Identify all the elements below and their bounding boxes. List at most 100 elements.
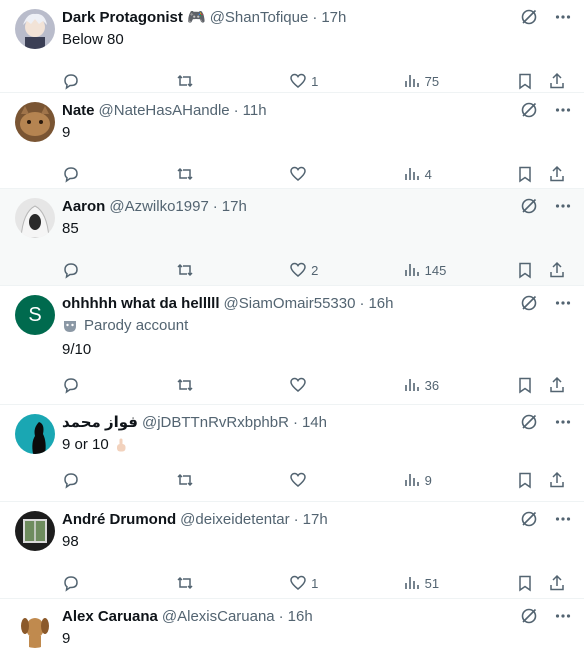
bookmark-button[interactable]	[516, 72, 548, 90]
like-button[interactable]	[289, 471, 403, 489]
reply-item[interactable]: Aaron @Azwilko1997 · 17h 85 2 145	[0, 189, 584, 286]
timestamp[interactable]: 17h	[321, 8, 346, 28]
reply-button[interactable]	[62, 574, 176, 592]
timestamp[interactable]: 14h	[302, 413, 327, 433]
grok-icon[interactable]	[520, 413, 538, 431]
bookmark-icon	[519, 262, 531, 279]
timestamp[interactable]: 16h	[288, 607, 313, 627]
retweet-button[interactable]	[176, 72, 290, 90]
views-button[interactable]: 9	[403, 471, 517, 489]
timestamp[interactable]: 16h	[368, 294, 393, 314]
reply-item[interactable]: Nate @NateHasAHandle · 11h 9 4	[0, 93, 584, 189]
avatar[interactable]	[15, 414, 55, 454]
author-handle[interactable]: @AlexisCaruana	[162, 607, 275, 627]
more-icon[interactable]	[554, 607, 572, 625]
grok-icon[interactable]	[520, 197, 538, 215]
bookmark-button[interactable]	[516, 376, 548, 394]
bookmark-icon	[519, 73, 531, 90]
views-button[interactable]: 4	[403, 165, 517, 183]
like-count: 1	[311, 73, 319, 89]
like-button[interactable]: 2	[289, 261, 403, 279]
avatar[interactable]	[15, 608, 55, 648]
views-button[interactable]: 145	[403, 261, 517, 279]
top-actions	[504, 413, 572, 431]
retweet-button[interactable]	[176, 261, 290, 279]
bookmark-button[interactable]	[516, 574, 548, 592]
author-handle[interactable]: @SiamOmair55330	[224, 294, 356, 314]
author-name[interactable]: André Drumond	[62, 510, 176, 530]
author-name[interactable]: Aaron	[62, 197, 105, 217]
retweet-button[interactable]	[176, 376, 290, 394]
avatar[interactable]	[15, 9, 55, 49]
reply-item[interactable]: André Drumond @deixeidetentar · 17h 98 1…	[0, 502, 584, 599]
author-name[interactable]: Dark Protagonist 🎮	[62, 8, 206, 28]
author-handle[interactable]: @jDBTTnRvRxbphbR	[142, 413, 289, 433]
share-button[interactable]	[548, 574, 568, 592]
retweet-button[interactable]	[176, 471, 290, 489]
bookmark-button[interactable]	[516, 165, 548, 183]
share-button[interactable]	[548, 72, 568, 90]
reply-button[interactable]	[62, 471, 176, 489]
more-icon[interactable]	[554, 510, 572, 528]
retweet-icon	[177, 473, 193, 487]
reply-button[interactable]	[62, 261, 176, 279]
reply-icon	[64, 263, 78, 279]
bookmark-icon	[519, 166, 531, 183]
author-handle[interactable]: @deixeidetentar	[180, 510, 289, 530]
bookmark-button[interactable]	[516, 261, 548, 279]
more-icon[interactable]	[554, 294, 572, 312]
reply-button[interactable]	[62, 72, 176, 90]
avatar[interactable]	[15, 511, 55, 551]
hand-emoji-icon	[113, 437, 129, 453]
author-name[interactable]: ohhhhh what da helllll	[62, 294, 220, 314]
like-button[interactable]	[289, 376, 403, 394]
views-button[interactable]: 36	[403, 376, 517, 394]
share-button[interactable]	[548, 165, 568, 183]
more-icon[interactable]	[554, 413, 572, 431]
more-icon[interactable]	[554, 8, 572, 26]
like-button[interactable]: 1	[289, 72, 403, 90]
like-button[interactable]	[289, 165, 403, 183]
like-button[interactable]: 1	[289, 574, 403, 592]
bookmark-icon	[519, 377, 531, 394]
share-button[interactable]	[548, 471, 568, 489]
more-icon[interactable]	[554, 101, 572, 119]
grok-icon[interactable]	[520, 294, 538, 312]
author-name[interactable]: Nate	[62, 101, 95, 121]
author-handle[interactable]: @NateHasAHandle	[99, 101, 230, 121]
author-handle[interactable]: @ShanTofique	[210, 8, 309, 28]
grok-icon[interactable]	[520, 510, 538, 528]
avatar[interactable]	[15, 198, 55, 238]
grok-icon[interactable]	[520, 8, 538, 26]
share-button[interactable]	[548, 261, 568, 279]
reply-item[interactable]: S ohhhhh what da helllll @SiamOmair55330…	[0, 286, 584, 405]
view-count: 36	[424, 377, 440, 393]
author-name[interactable]: فواز محمد	[62, 413, 138, 433]
reply-item[interactable]: Dark Protagonist 🎮 @ShanTofique · 17h Be…	[0, 0, 584, 93]
author-handle[interactable]: @Azwilko1997	[109, 197, 208, 217]
author-name[interactable]: Alex Caruana	[62, 607, 158, 627]
timestamp[interactable]: 17h	[222, 197, 247, 217]
retweet-button[interactable]	[176, 165, 290, 183]
avatar[interactable]	[15, 102, 55, 142]
reply-button[interactable]	[62, 165, 176, 183]
share-button[interactable]	[548, 376, 568, 394]
reply-item[interactable]: فواز محمد @jDBTTnRvRxbphbR · 14h 9 or 10	[0, 405, 584, 502]
timestamp[interactable]: 11h	[243, 101, 267, 121]
grok-icon[interactable]	[520, 101, 538, 119]
views-button[interactable]: 75	[403, 72, 517, 90]
more-icon[interactable]	[554, 197, 572, 215]
views-button[interactable]: 51	[403, 574, 517, 592]
retweet-icon	[177, 167, 193, 181]
retweet-icon	[177, 74, 193, 88]
share-icon	[550, 261, 564, 278]
reply-item[interactable]: Alex Caruana @AlexisCaruana · 16h 9	[0, 599, 584, 662]
bookmark-button[interactable]	[516, 471, 548, 489]
timestamp[interactable]: 17h	[303, 510, 328, 530]
reply-button[interactable]	[62, 376, 176, 394]
retweet-button[interactable]	[176, 574, 290, 592]
grok-icon[interactable]	[520, 607, 538, 625]
avatar[interactable]: S	[15, 295, 55, 335]
share-icon	[550, 574, 564, 591]
share-icon	[550, 72, 564, 89]
